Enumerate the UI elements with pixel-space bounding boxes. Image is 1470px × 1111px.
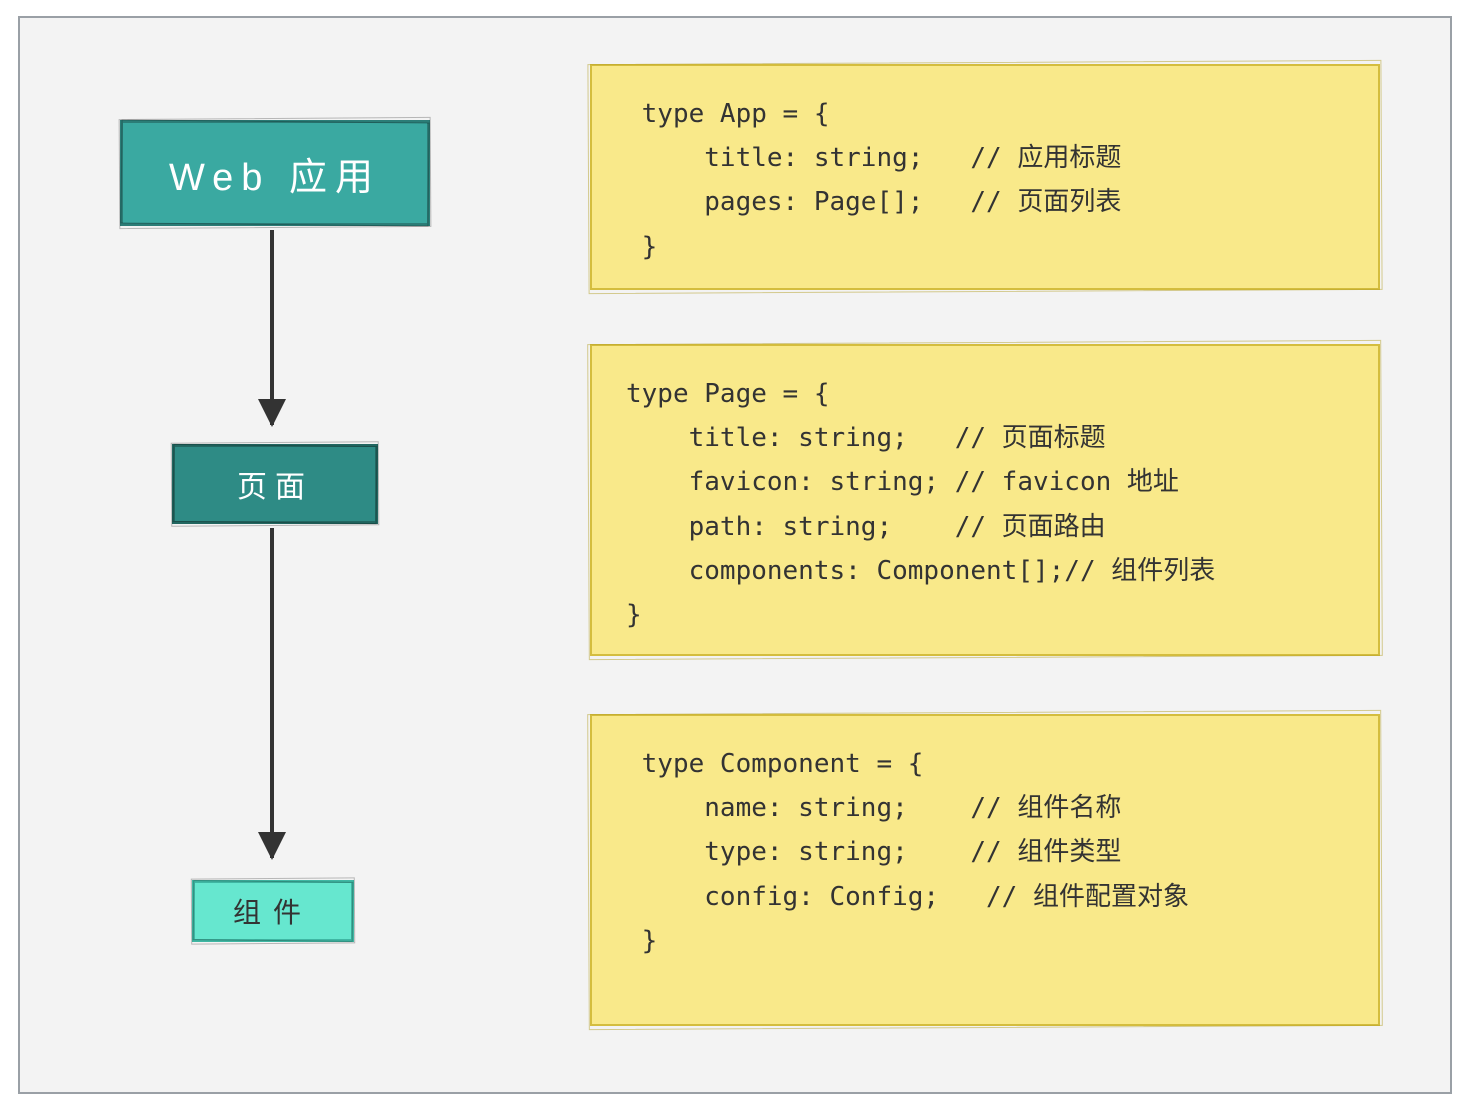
node-component-label: 组件 [233,891,313,931]
arrow-page-to-component [270,528,274,858]
arrow-app-to-page [270,230,274,425]
code-app: type App = { title: string; // 应用标题 page… [626,99,1121,262]
node-page: 页面 [172,444,378,524]
code-page: type Page = { title: string; // 页面标题 fav… [626,379,1215,630]
node-app-label: Web 应用 [169,146,381,201]
code-card-app: type App = { title: string; // 应用标题 page… [590,64,1380,290]
node-page-label: 页面 [237,462,313,506]
node-component: 组件 [192,880,354,942]
code-card-page: type Page = { title: string; // 页面标题 fav… [590,344,1380,656]
diagram-frame: Web 应用 页面 组件 type App = { title: string;… [18,16,1452,1094]
node-app: Web 应用 [120,120,430,226]
code-component: type Component = { name: string; // 组件名称… [626,749,1189,956]
code-card-component: type Component = { name: string; // 组件名称… [590,714,1380,1026]
